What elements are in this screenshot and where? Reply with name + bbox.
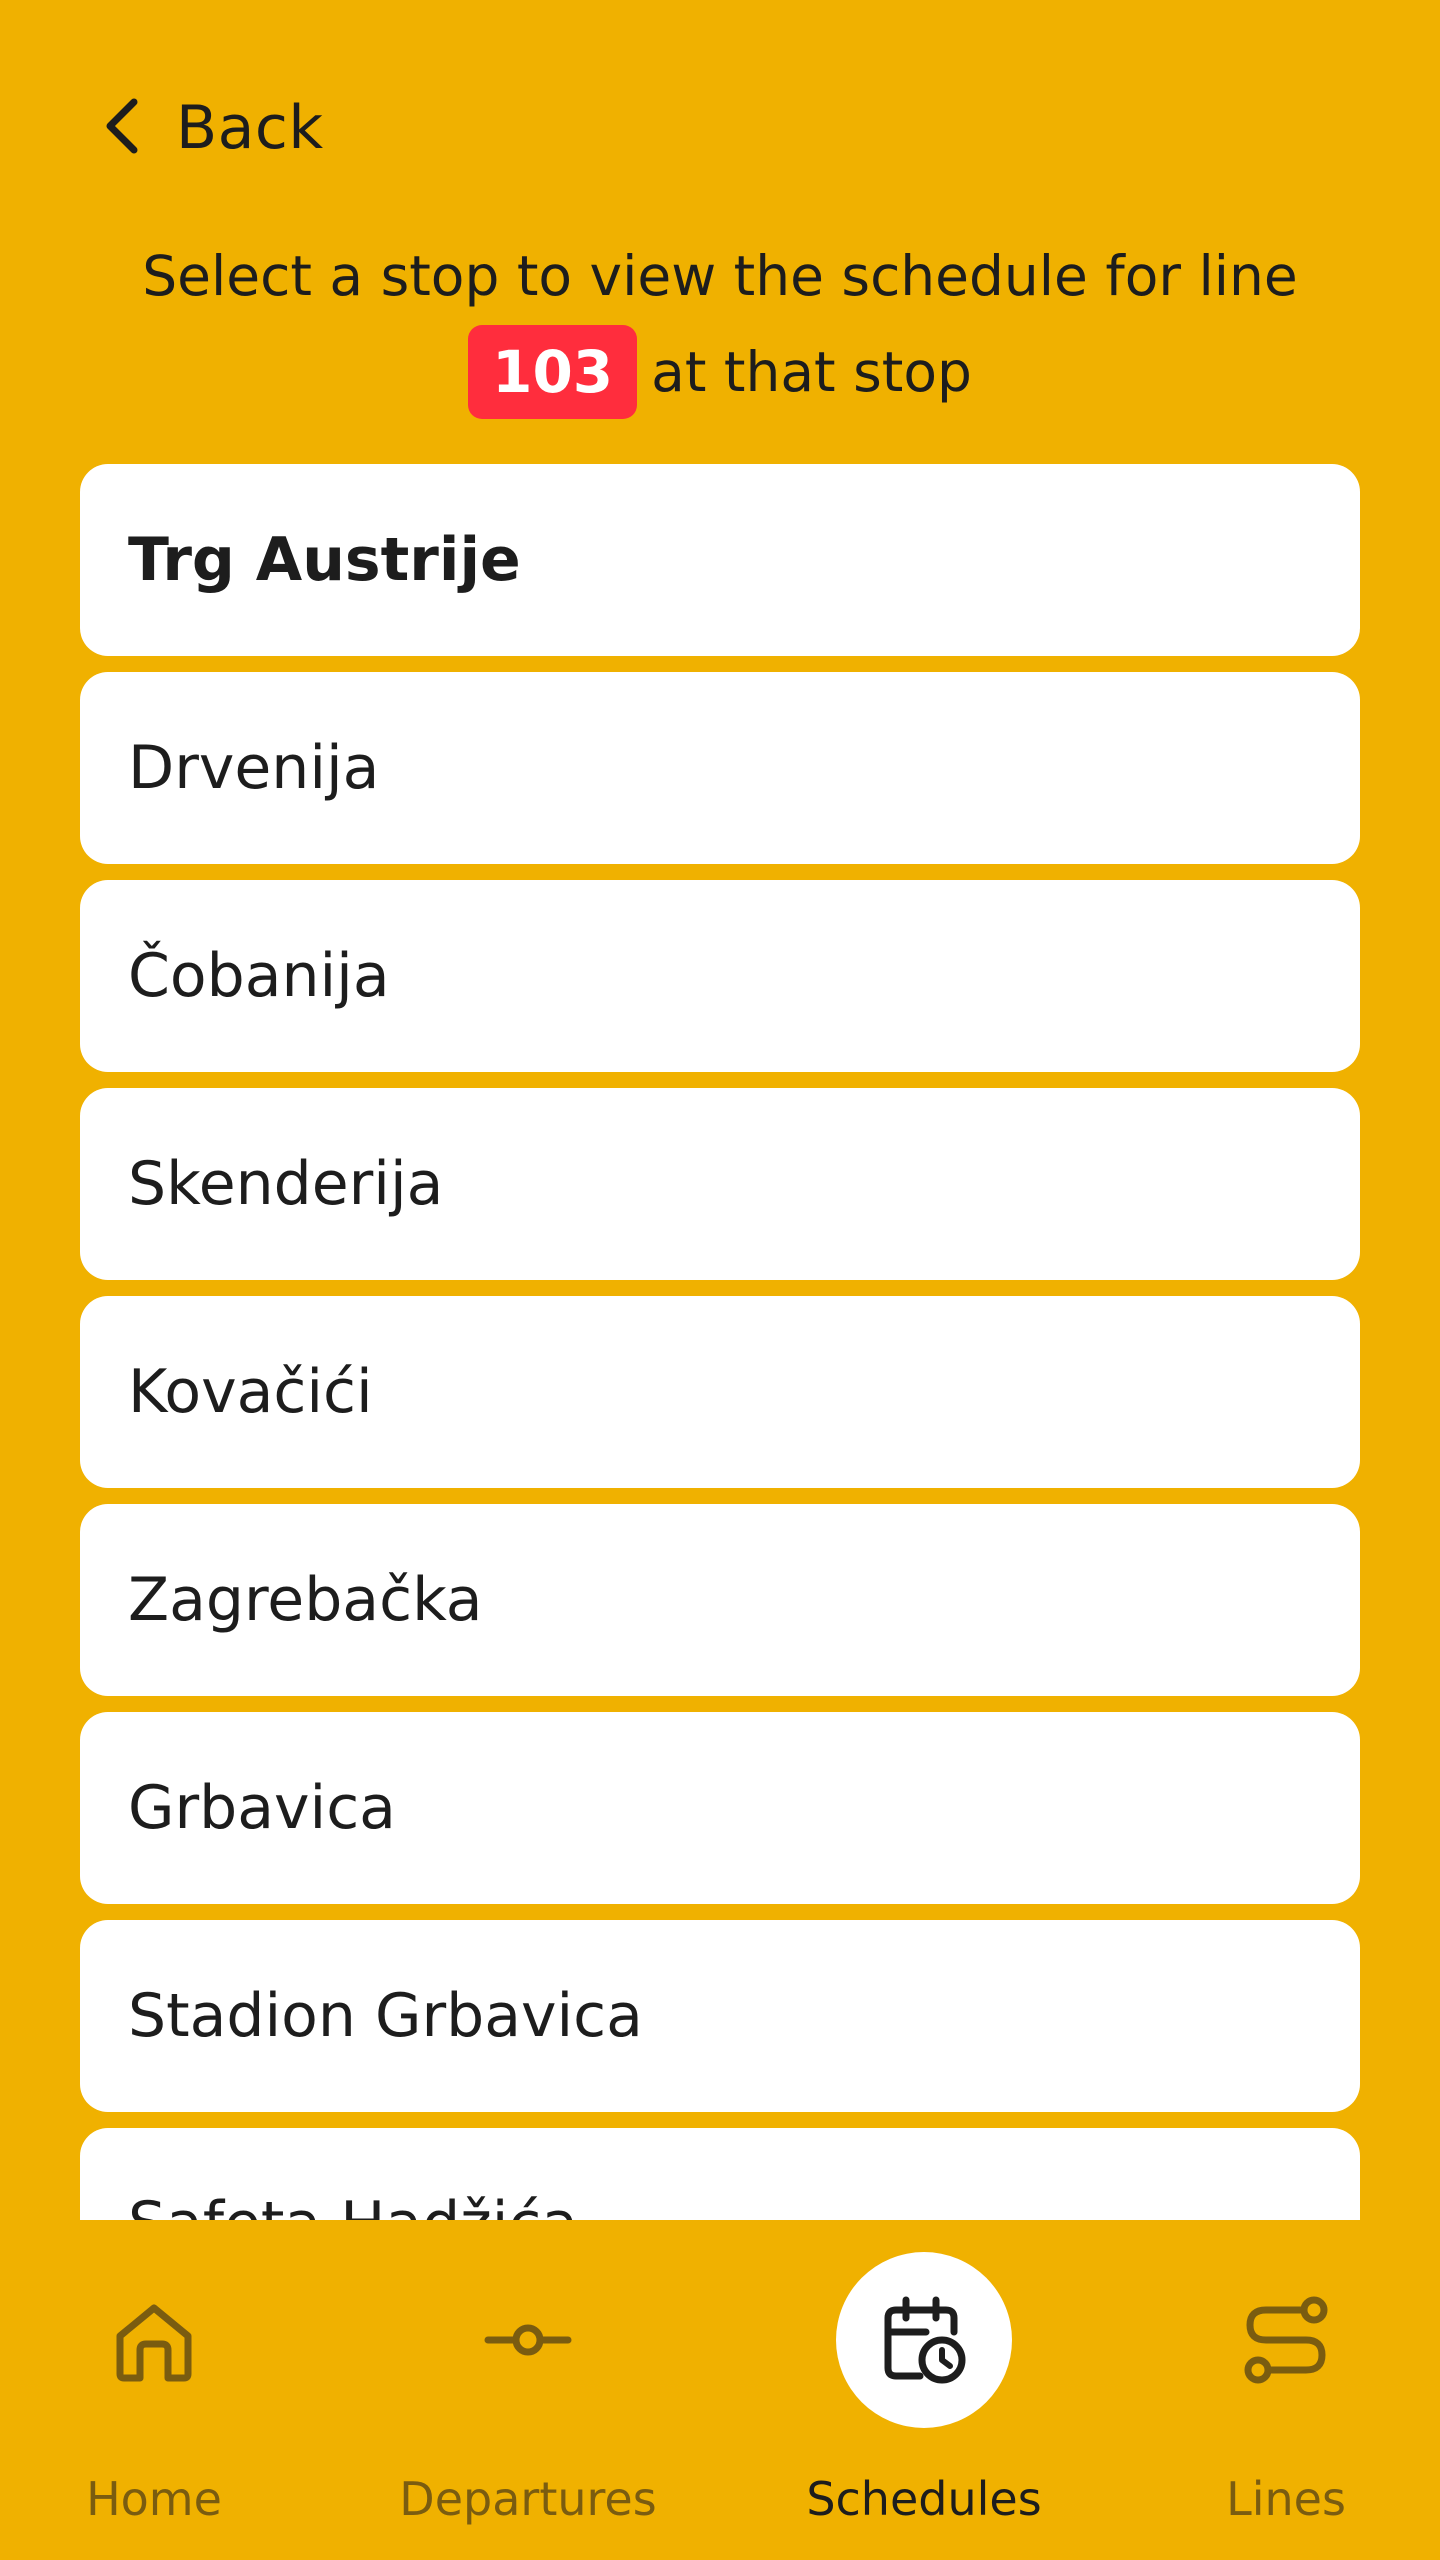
nav-lines-label: Lines [1226,2472,1346,2526]
instruction-text: Select a stop to view the schedule for l… [60,228,1380,423]
instruction-text-after: at that stop [651,340,972,404]
nav-home-label: Home [86,2472,222,2526]
nav-departures-label: Departures [399,2472,657,2526]
stop-item[interactable]: Stadion Grbavica [80,1920,1360,2112]
commit-icon [440,2252,616,2428]
nav-schedules-label: Schedules [806,2472,1042,2526]
route-icon [1198,2252,1374,2428]
stop-list-viewport[interactable]: Trg Austrije Drvenija Čobanija Skenderij… [0,464,1440,2220]
stop-item[interactable]: Kovačići [80,1296,1360,1488]
stop-item[interactable]: Skenderija [80,1088,1360,1280]
stop-item[interactable]: Safeta Hadžića [80,2128,1360,2220]
stop-list: Trg Austrije Drvenija Čobanija Skenderij… [80,464,1360,2220]
line-number-badge: 103 [468,324,638,419]
stop-select-screen: Back Select a stop to view the schedule … [0,0,1440,2560]
instruction-text-before: Select a stop to view the schedule for l… [142,244,1298,308]
home-icon [66,2252,242,2428]
nav-home[interactable]: Home [4,2220,304,2560]
stop-item[interactable]: Zagrebačka [80,1504,1360,1696]
stop-item[interactable]: Drvenija [80,672,1360,864]
stop-item[interactable]: Grbavica [80,1712,1360,1904]
chevron-left-icon [100,94,146,162]
back-button[interactable]: Back [100,88,324,168]
nav-lines[interactable]: Lines [1136,2220,1436,2560]
nav-departures[interactable]: Departures [378,2220,678,2560]
stop-item[interactable]: Trg Austrije [80,464,1360,656]
calendar-clock-icon [836,2252,1012,2428]
stop-item[interactable]: Čobanija [80,880,1360,1072]
bottom-navigation: Home Departures Schedules Lines [0,2220,1440,2560]
nav-schedules[interactable]: Schedules [774,2220,1074,2560]
back-label: Back [176,93,324,163]
